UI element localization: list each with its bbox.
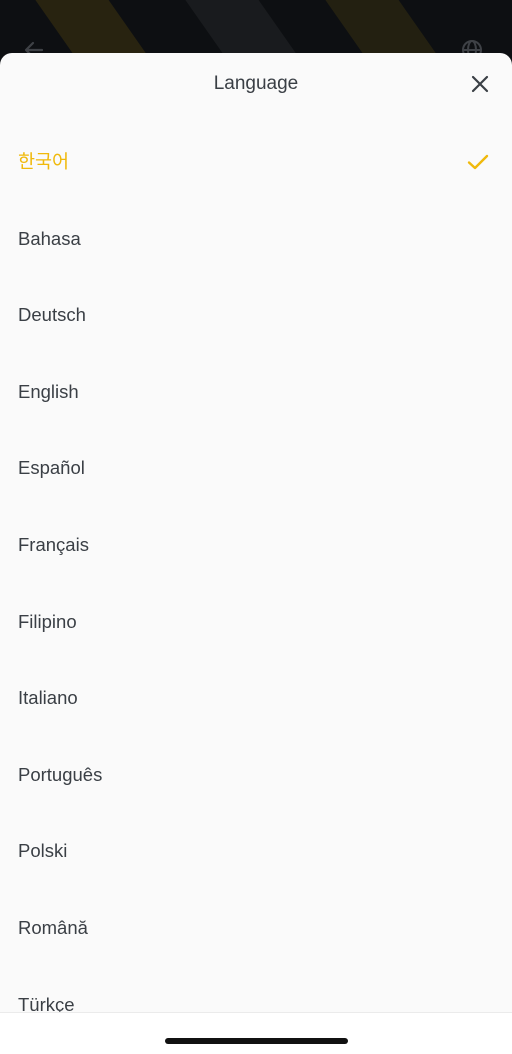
close-icon[interactable] — [468, 72, 492, 96]
language-label: English — [18, 380, 79, 402]
language-label: Português — [18, 763, 103, 785]
language-item-deutsch[interactable]: Deutsch — [0, 276, 512, 353]
language-item-bahasa[interactable]: Bahasa — [0, 200, 512, 277]
language-item-portugues[interactable]: Português — [0, 736, 512, 813]
check-icon — [467, 154, 489, 170]
language-label: 한국어 — [18, 151, 70, 172]
language-label: Français — [18, 533, 89, 555]
language-item-francais[interactable]: Français — [0, 506, 512, 583]
language-item-korean[interactable]: 한국어 — [0, 123, 512, 200]
language-item-english[interactable]: English — [0, 353, 512, 430]
language-label: Bahasa — [18, 227, 81, 249]
language-label: Deutsch — [18, 304, 86, 326]
language-label: Polski — [18, 840, 68, 862]
language-item-filipino[interactable]: Filipino — [0, 583, 512, 660]
sheet-title: Language — [213, 73, 299, 94]
language-item-polski[interactable]: Polski — [0, 812, 512, 889]
bottom-safe-area — [0, 1012, 512, 1054]
language-item-espanol[interactable]: Español — [0, 429, 512, 506]
language-item-romana[interactable]: Română — [0, 889, 512, 966]
language-label: Español — [18, 457, 85, 479]
language-label: Filipino — [18, 610, 77, 632]
home-indicator[interactable] — [165, 1038, 348, 1044]
language-item-italiano[interactable]: Italiano — [0, 659, 512, 736]
language-label: Italiano — [18, 687, 78, 709]
sheet-header: Language — [0, 53, 512, 117]
language-list: 한국어 Bahasa Deutsch English Español Franç… — [0, 123, 512, 1042]
language-sheet: Language 한국어 Bahasa Deutsch English Espa… — [0, 53, 512, 1053]
language-label: Română — [18, 916, 88, 938]
